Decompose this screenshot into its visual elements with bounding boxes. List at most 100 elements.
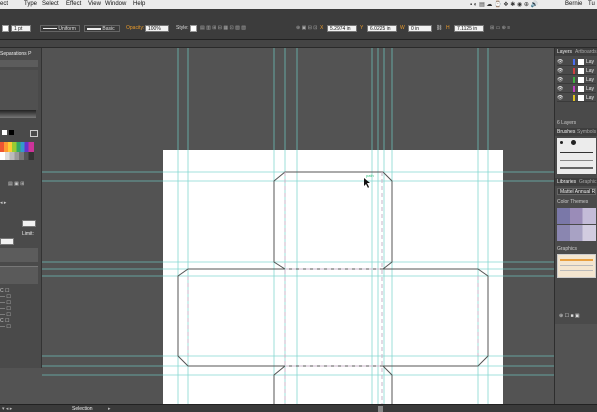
eye-icon[interactable]: 👁 xyxy=(557,77,563,83)
panel-row[interactable] xyxy=(0,60,38,67)
align-icons[interactable]: ▤ ▥ ⊞ ⊟ ▦ ⊡ ▧ ▨ xyxy=(200,25,246,32)
opacity-label[interactable]: Opacity: xyxy=(126,25,144,32)
layer-row[interactable]: 👁 Lay xyxy=(557,58,596,66)
eye-icon[interactable]: 👁 xyxy=(557,68,563,74)
panel-body xyxy=(0,70,38,110)
constrain-link-icon[interactable]: ⛓ xyxy=(436,25,442,32)
stroke-swatch-small[interactable] xyxy=(9,130,14,135)
artboard[interactable] xyxy=(163,150,503,405)
eye-icon[interactable]: 👁 xyxy=(557,86,563,92)
panel-block[interactable] xyxy=(0,248,38,262)
graphic-line-3 xyxy=(560,270,593,271)
small-input-1[interactable] xyxy=(22,220,36,227)
menu-select[interactable]: Select xyxy=(42,1,59,8)
layer-thumb xyxy=(578,68,584,74)
layer-color xyxy=(573,86,575,92)
h-field[interactable]: 7.1125 in xyxy=(454,25,484,32)
panel-block-2 xyxy=(0,266,38,284)
graphic-style-swatch[interactable] xyxy=(190,25,197,32)
y-field[interactable]: 6.0225 in xyxy=(367,25,397,32)
layer-row[interactable]: 👁 Lay xyxy=(557,76,596,84)
brush-label: Basic xyxy=(102,26,115,32)
brush-stroke-1[interactable] xyxy=(560,152,593,153)
brush-library[interactable] xyxy=(557,138,596,174)
zoom-field[interactable]: ▾ ◂ ▸ xyxy=(2,406,12,412)
stroke-swatch[interactable] xyxy=(2,25,9,32)
brush-dot-small[interactable] xyxy=(560,141,563,144)
left-panel-dock: Separations P ▤ ▣ ⊞ ◂ ▸ Limit: C ☐ — ☐ — ☐… xyxy=(0,48,42,368)
brush-definition[interactable]: Basic xyxy=(84,25,120,32)
scroll-thumb[interactable] xyxy=(378,406,383,412)
layer-thumb xyxy=(578,59,584,65)
color-theme-2[interactable] xyxy=(557,225,596,241)
mac-menu-bar: ect Type Select Effect View Window Help … xyxy=(0,0,597,9)
menu-window[interactable]: Window xyxy=(105,1,126,8)
tab-layers[interactable]: Layers xyxy=(557,49,572,55)
status-arrow-icon[interactable]: ▸ xyxy=(108,406,111,412)
eye-icon[interactable]: 👁 xyxy=(557,59,563,65)
swatch-grays[interactable] xyxy=(0,152,34,160)
menu-effect[interactable]: Effect xyxy=(66,1,81,8)
layer-color xyxy=(573,68,575,74)
layer-list-rows[interactable]: C ☐ — ☐ — ☐ — ☐ — ☐ C ☐ — ☐ xyxy=(0,288,11,330)
limit-label: Limit: xyxy=(22,231,34,237)
small-input-2[interactable] xyxy=(0,238,14,245)
brush-stroke-3[interactable] xyxy=(560,167,593,169)
h-label: H xyxy=(446,25,450,31)
separations-panel-title[interactable]: Separations P xyxy=(0,51,31,57)
layer-name[interactable]: Lay xyxy=(586,77,594,83)
color-theme-1[interactable] xyxy=(557,208,596,224)
current-tool-label: Selection xyxy=(72,406,93,412)
brush-dot-large[interactable] xyxy=(571,140,576,145)
layer-count: 6 Layers xyxy=(557,120,577,126)
x-field[interactable]: 5.2974 in xyxy=(327,25,357,32)
panel-row-marker: ◂ ▸ xyxy=(0,200,7,206)
transform-icons[interactable]: ⊞ ▭ ⊕ ≡ xyxy=(490,25,510,32)
user-name[interactable]: Bernie xyxy=(565,1,582,7)
grid-view-icon[interactable] xyxy=(30,130,38,137)
graphics-label: Graphics xyxy=(557,246,578,252)
layer-color xyxy=(573,95,575,101)
swatch-library-icons[interactable]: ▤ ▣ ⊞ xyxy=(8,181,24,187)
right-panel-empty xyxy=(555,324,597,405)
status-icons: ▪ ◐ ▤ ☁ ⌚ ❖ ✱ ◉ ⊕ 🔊 xyxy=(470,2,539,8)
style-label: Style: xyxy=(176,25,189,31)
menu-type[interactable]: Type xyxy=(24,1,37,8)
gradient-preview xyxy=(0,110,36,118)
layer-color xyxy=(573,77,575,83)
menu-help[interactable]: Help xyxy=(133,1,145,8)
layer-thumb xyxy=(578,86,584,92)
tab-brushes[interactable]: Brushes xyxy=(557,129,575,135)
layer-color xyxy=(573,59,575,65)
layer-thumb xyxy=(578,95,584,101)
layer-row[interactable]: 👁 Lay xyxy=(557,94,596,102)
layer-name[interactable]: Lay xyxy=(586,68,594,74)
w-field[interactable]: 0 in xyxy=(408,25,432,32)
layer-name[interactable]: Lay xyxy=(586,86,594,92)
variable-width-profile[interactable]: Uniform xyxy=(40,25,80,32)
fill-swatch[interactable] xyxy=(2,130,7,135)
opacity-field[interactable]: 100% xyxy=(145,25,169,32)
x-label: X xyxy=(320,25,324,31)
clock: Tu xyxy=(588,1,595,7)
layer-name[interactable]: Lay xyxy=(586,95,594,101)
layer-row[interactable]: 👁 Lay xyxy=(557,85,596,93)
layer-name[interactable]: Lay xyxy=(586,59,594,65)
menu-view[interactable]: View xyxy=(88,1,101,8)
tab-libraries[interactable]: Libraries xyxy=(557,179,576,185)
menu-object[interactable]: ect xyxy=(0,1,8,8)
tab-symbols[interactable]: Symbols xyxy=(577,129,596,135)
layer-thumb xyxy=(578,77,584,83)
eye-icon[interactable]: 👁 xyxy=(557,95,563,101)
library-select[interactable]: Mattel Annual Re xyxy=(557,188,596,195)
tab-graphic[interactable]: Graphic xyxy=(579,179,597,185)
w-label: W xyxy=(400,25,405,31)
stroke-weight-field[interactable]: 1 pt xyxy=(11,25,31,32)
layer-row[interactable]: 👁 Lay xyxy=(557,67,596,75)
library-footer-icons[interactable]: ⊕ ☐ ■ ▣ xyxy=(559,313,580,319)
brush-stroke-2[interactable] xyxy=(560,160,593,161)
status-bar: ▾ ◂ ▸ Selection ▸ xyxy=(0,404,597,412)
tab-artboards[interactable]: Artboards xyxy=(575,49,597,55)
align-icons-2[interactable]: ⊕ ▣ ⊟ ⊡ xyxy=(296,25,317,32)
graphic-thumbnail[interactable] xyxy=(557,254,596,278)
